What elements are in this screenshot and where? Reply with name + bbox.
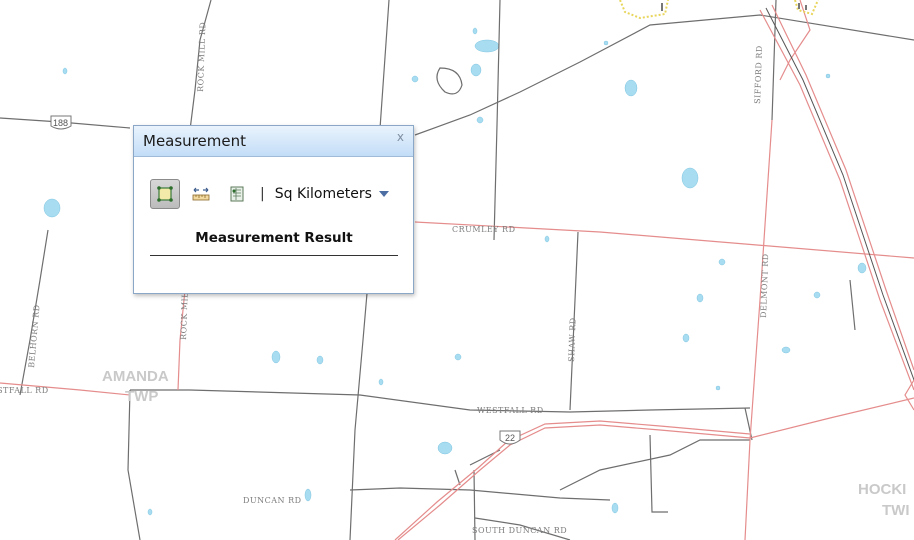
area-label-amanda-twp: TWP [125,388,158,405]
road-label-crumley: CRUMLEY RD [452,225,516,234]
road-label-sifford: SIFFORD RD [753,45,764,104]
road-label-westfall: WESTFALL RD [477,406,544,415]
road-label-south-duncan: SOUTH DUNCAN RD [472,526,567,535]
road-label-duncan: DUNCAN RD [243,496,302,505]
distance-measure-icon [192,187,210,201]
measurement-window-title: Measurement [143,132,246,150]
us-shield-22-label: 22 [505,433,515,443]
location-tool-button[interactable] [222,179,252,209]
us-shield-22: 22 [499,430,521,445]
urban-buildings [661,3,807,11]
area-measure-icon [157,186,173,202]
unit-dropdown-label: Sq Kilometers [274,186,372,202]
unit-dropdown[interactable]: Sq Kilometers [275,186,389,202]
measurement-window-titlebar[interactable]: Measurement x [134,126,413,157]
area-label-hocking: HOCKI [858,481,906,498]
area-label-hocking-twp: TWI [882,502,910,519]
measurement-result-divider [150,255,398,256]
chevron-down-icon [378,191,389,197]
area-label-amanda: AMANDA [102,368,169,385]
road-label-belhorn: BELHORN RD [27,304,42,368]
area-tool-button[interactable] [150,179,180,209]
route-shield-188-label: 188 [53,118,68,128]
close-icon[interactable]: x [397,130,404,144]
location-measure-icon [230,186,244,202]
urban-area [619,0,819,20]
road-label-westfall-west: WESTFALL RD [0,386,49,395]
road-label-shaw: SHAW RD [567,317,578,362]
measurement-result-title: Measurement Result [195,230,353,246]
measurement-toolbar: | Sq Kilometers [150,179,389,209]
road-label-delmont: DELMONT RD [759,253,770,318]
distance-tool-button[interactable] [186,179,216,209]
road-label-rock-mill: ROCK MILL RD [196,22,207,92]
measurement-window[interactable]: Measurement x | Sq Kilometers Measuremen… [133,125,414,294]
route-shield-188: 188 [50,115,72,130]
toolbar-separator: | [260,186,265,202]
